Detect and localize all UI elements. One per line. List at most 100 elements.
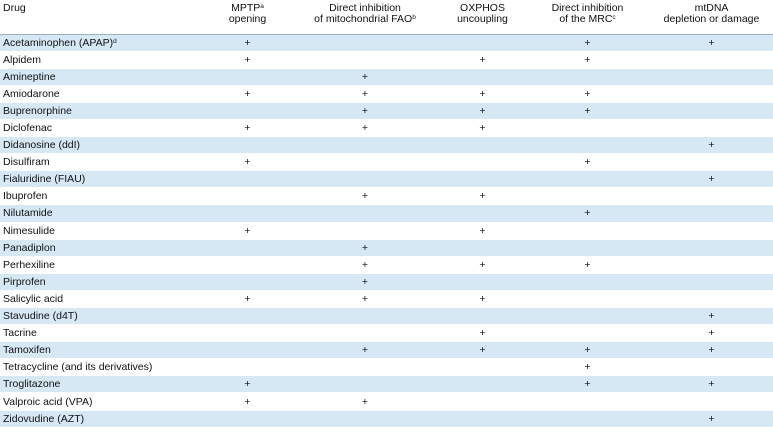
cell-mrc bbox=[525, 324, 650, 343]
drug-name-cell: Didanosine (ddI) bbox=[0, 136, 205, 155]
cell-mrc bbox=[525, 239, 650, 257]
cell-oxphos: + bbox=[440, 324, 525, 343]
cell-mtdna bbox=[650, 358, 773, 377]
cell-oxphos: + bbox=[440, 222, 525, 240]
cell-fao: + bbox=[290, 273, 440, 291]
drug-name-cell: Disulfiram bbox=[0, 153, 205, 172]
drug-name-cell: Alpidem bbox=[0, 51, 205, 69]
cell-fao: + bbox=[290, 85, 440, 103]
drug-name: Tamoxifen bbox=[3, 344, 51, 357]
cell-oxphos bbox=[440, 392, 525, 411]
plus-mark: + bbox=[584, 361, 591, 374]
cell-mptp bbox=[205, 256, 290, 274]
plus-mark: + bbox=[479, 258, 486, 271]
cell-oxphos: + bbox=[440, 119, 525, 138]
drug-name: Acetaminophen (APAP) bbox=[3, 36, 114, 49]
drug-name-cell: Panadiplon bbox=[0, 239, 205, 257]
plus-mark: + bbox=[244, 378, 251, 391]
drug-name-cell: Amineptine bbox=[0, 68, 205, 86]
cell-oxphos: + bbox=[440, 51, 525, 69]
cell-mtdna: + bbox=[650, 170, 773, 189]
plus-mark: + bbox=[479, 122, 486, 135]
drug-name: Salicylic acid bbox=[3, 292, 64, 305]
cell-mtdna bbox=[650, 290, 773, 309]
cell-oxphos: + bbox=[440, 85, 525, 103]
drug-name-cell: Fialuridine (FIAU) bbox=[0, 170, 205, 189]
plus-mark: + bbox=[708, 412, 715, 425]
cell-mrc bbox=[525, 273, 650, 291]
cell-fao bbox=[290, 375, 440, 394]
cell-mptp: + bbox=[205, 34, 290, 52]
cell-fao: + bbox=[290, 187, 440, 206]
plus-mark: + bbox=[584, 207, 591, 220]
cell-oxphos bbox=[440, 153, 525, 172]
cell-mrc: + bbox=[525, 85, 650, 103]
cell-fao: + bbox=[290, 102, 440, 120]
table-row: Perhexiline + + + bbox=[0, 256, 773, 274]
cell-mtdna bbox=[650, 256, 773, 274]
cell-mptp: + bbox=[205, 375, 290, 394]
cell-mptp: + bbox=[205, 51, 290, 69]
table-header: Drug MPTPa opening Direct inhibition of … bbox=[0, 0, 773, 35]
cell-mptp bbox=[205, 341, 290, 360]
cell-mrc: + bbox=[525, 102, 650, 120]
plus-mark: + bbox=[244, 36, 251, 49]
plus-mark: + bbox=[584, 344, 591, 357]
cell-fao bbox=[290, 34, 440, 52]
plus-mark: + bbox=[479, 53, 486, 66]
cell-mtdna: + bbox=[650, 341, 773, 360]
plus-mark: + bbox=[361, 275, 369, 288]
table-row: Acetaminophen (APAP)d + + + bbox=[0, 34, 773, 52]
cell-mptp bbox=[205, 324, 290, 343]
plus-mark: + bbox=[479, 344, 486, 357]
cell-mptp: + bbox=[205, 85, 290, 103]
cell-oxphos bbox=[440, 170, 525, 189]
cell-mtdna: + bbox=[650, 136, 773, 155]
table-row: Tetracycline (and its derivatives) + bbox=[0, 358, 773, 377]
table-row: Tacrine + + bbox=[0, 324, 773, 343]
plus-mark: + bbox=[708, 344, 715, 357]
cell-mptp bbox=[205, 102, 290, 120]
table-row: Zidovudine (AZT) + bbox=[0, 410, 773, 428]
cell-mtdna bbox=[650, 102, 773, 120]
cell-mrc bbox=[525, 170, 650, 189]
plus-mark: + bbox=[244, 87, 251, 100]
drug-name: Pirprofen bbox=[3, 275, 46, 288]
plus-mark: + bbox=[361, 258, 369, 271]
table-row: Panadiplon + bbox=[0, 239, 773, 257]
cell-mptp: + bbox=[205, 153, 290, 172]
cell-mtdna: + bbox=[650, 410, 773, 428]
plus-mark: + bbox=[708, 327, 715, 340]
drug-name-cell: Valproic acid (VPA) bbox=[0, 392, 205, 411]
drug-name-cell: Acetaminophen (APAP)d bbox=[0, 34, 205, 52]
drug-name-cell: Tacrine bbox=[0, 324, 205, 343]
plus-mark: + bbox=[479, 224, 486, 237]
cell-mtdna bbox=[650, 153, 773, 172]
plus-mark: + bbox=[361, 122, 369, 135]
cell-oxphos bbox=[440, 34, 525, 52]
cell-mtdna: + bbox=[650, 324, 773, 343]
drug-name: Panadiplon bbox=[3, 241, 56, 254]
plus-mark: + bbox=[584, 104, 591, 117]
drug-name: Troglitazone bbox=[3, 378, 61, 391]
cell-mrc bbox=[525, 307, 650, 326]
cell-mptp bbox=[205, 204, 290, 223]
cell-mptp bbox=[205, 239, 290, 257]
cell-mtdna bbox=[650, 392, 773, 411]
cell-oxphos: + bbox=[440, 256, 525, 274]
cell-oxphos: + bbox=[440, 290, 525, 309]
table-row: Amiodarone + + + + bbox=[0, 85, 773, 103]
cell-mptp: + bbox=[205, 119, 290, 138]
plus-mark: + bbox=[479, 327, 486, 340]
drug-footnote: d bbox=[113, 37, 117, 45]
drug-mechanism-table: Drug MPTPa opening Direct inhibition of … bbox=[0, 0, 773, 428]
cell-mptp bbox=[205, 187, 290, 206]
plus-mark: + bbox=[361, 395, 369, 408]
cell-mtdna bbox=[650, 239, 773, 257]
table-row: Valproic acid (VPA) + + bbox=[0, 392, 773, 411]
cell-mtdna bbox=[650, 204, 773, 223]
cell-mrc bbox=[525, 136, 650, 155]
cell-fao bbox=[290, 324, 440, 343]
drug-name: Fialuridine (FIAU) bbox=[3, 173, 86, 186]
cell-fao: + bbox=[290, 290, 440, 309]
